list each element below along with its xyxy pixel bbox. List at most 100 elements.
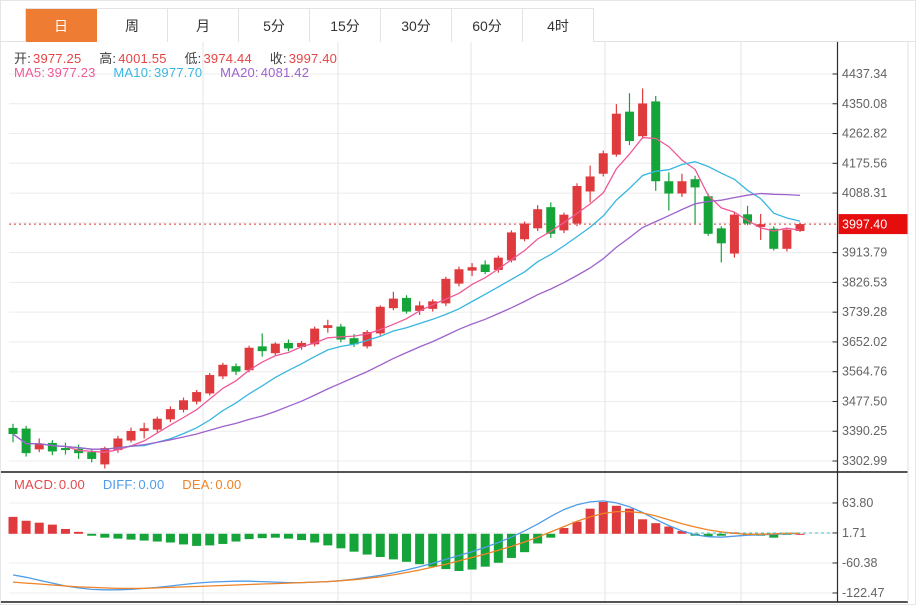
candle[interactable] [480,260,490,275]
candle[interactable] [585,165,595,203]
candle[interactable] [323,319,333,333]
candle[interactable] [100,446,110,469]
macd-bar[interactable] [283,533,293,539]
macd-bar[interactable] [716,533,726,536]
macd-bar[interactable] [572,521,582,534]
macd-bar[interactable] [585,508,595,534]
macd-bar[interactable] [651,523,661,534]
macd-bar[interactable] [598,501,608,534]
macd-bar[interactable] [100,533,110,538]
candle[interactable] [179,397,189,413]
macd-bar[interactable] [74,531,84,534]
candle[interactable] [402,295,411,314]
macd-bar[interactable] [297,533,307,541]
tab-15min[interactable]: 15分 [310,9,381,42]
candle[interactable] [205,372,215,396]
macd-bar[interactable] [47,524,57,534]
candle[interactable] [467,263,477,277]
candle[interactable] [493,255,503,273]
candle[interactable] [270,342,280,356]
candle[interactable] [638,88,648,139]
tab-5min[interactable]: 5分 [239,9,310,42]
candle[interactable] [703,193,713,236]
macd-bar[interactable] [388,533,398,560]
candlestick-macd-chart[interactable]: 4437.34 4350.08 4262.82 4175.56 4088.31 3913.… [1,1,916,606]
macd-bar[interactable] [87,533,97,536]
macd-bar[interactable] [323,533,333,546]
macd-bar[interactable] [611,505,621,534]
candle[interactable] [165,406,175,423]
macd-bar[interactable] [113,533,123,539]
tab-60min[interactable]: 60分 [452,9,523,42]
candle[interactable] [218,362,228,380]
candle[interactable] [782,229,792,252]
candle[interactable] [428,299,438,312]
candle[interactable] [598,150,608,177]
tab-day[interactable]: 日 [26,9,97,42]
macd-bar[interactable] [8,516,18,534]
candle[interactable] [651,95,661,191]
macd-bar[interactable] [139,533,149,541]
macd-bar[interactable] [349,533,359,552]
candle[interactable] [283,339,293,352]
candle[interactable] [34,438,44,453]
candle[interactable] [454,266,464,287]
macd-bar[interactable] [257,533,267,539]
macd-bar[interactable] [60,528,70,534]
tab-4hour[interactable]: 4时 [523,9,594,42]
macd-bar[interactable] [192,533,202,546]
candle[interactable] [664,172,674,211]
candle[interactable] [716,226,726,263]
macd-bar[interactable] [218,533,228,544]
macd-bar[interactable] [270,533,280,538]
macd-bar[interactable] [165,533,175,543]
macd-bar[interactable] [179,533,189,545]
macd-bar[interactable] [126,533,136,540]
macd-bar[interactable] [362,533,372,555]
macd-bar[interactable] [310,533,320,543]
candle[interactable] [336,323,346,343]
candle[interactable] [126,427,136,443]
macd-bar[interactable] [480,533,490,567]
macd-bar[interactable] [638,519,648,534]
candle[interactable] [231,363,241,376]
macd-bar[interactable] [454,533,464,572]
candle[interactable] [8,423,18,443]
macd-bar[interactable] [21,520,31,534]
tab-month[interactable]: 月 [168,9,239,42]
macd-bar[interactable] [415,533,425,565]
macd-bar[interactable] [493,533,503,563]
candle[interactable] [441,276,451,307]
candle[interactable] [611,104,621,157]
macd-bar[interactable] [152,533,162,542]
candle[interactable] [795,222,805,232]
tab-30min[interactable]: 30分 [381,9,452,42]
candle[interactable] [533,205,543,232]
macd-bar[interactable] [336,533,346,549]
macd-bar[interactable] [231,533,241,542]
macd-bar[interactable] [664,526,674,534]
candle[interactable] [572,183,582,227]
tab-week[interactable]: 周 [97,9,168,42]
candle[interactable] [152,416,162,433]
candle[interactable] [388,291,398,311]
candle[interactable] [192,390,202,405]
candle[interactable] [60,442,70,455]
candle[interactable] [729,211,739,258]
candle[interactable] [139,422,149,439]
candle[interactable] [257,333,267,357]
macd-bar[interactable] [205,533,215,546]
candle[interactable] [677,173,687,197]
candle[interactable] [520,221,530,242]
macd-bar[interactable] [244,533,254,540]
macd-bar[interactable] [559,528,569,534]
candle[interactable] [690,175,700,224]
close-label: 收: [269,51,287,66]
macd-bar[interactable] [34,522,44,534]
candle[interactable] [47,440,57,456]
candle[interactable] [624,93,634,146]
macd-bar[interactable] [375,533,385,557]
candle[interactable] [756,213,766,240]
macd-bar[interactable] [546,533,556,538]
macd-bar[interactable] [402,533,411,562]
